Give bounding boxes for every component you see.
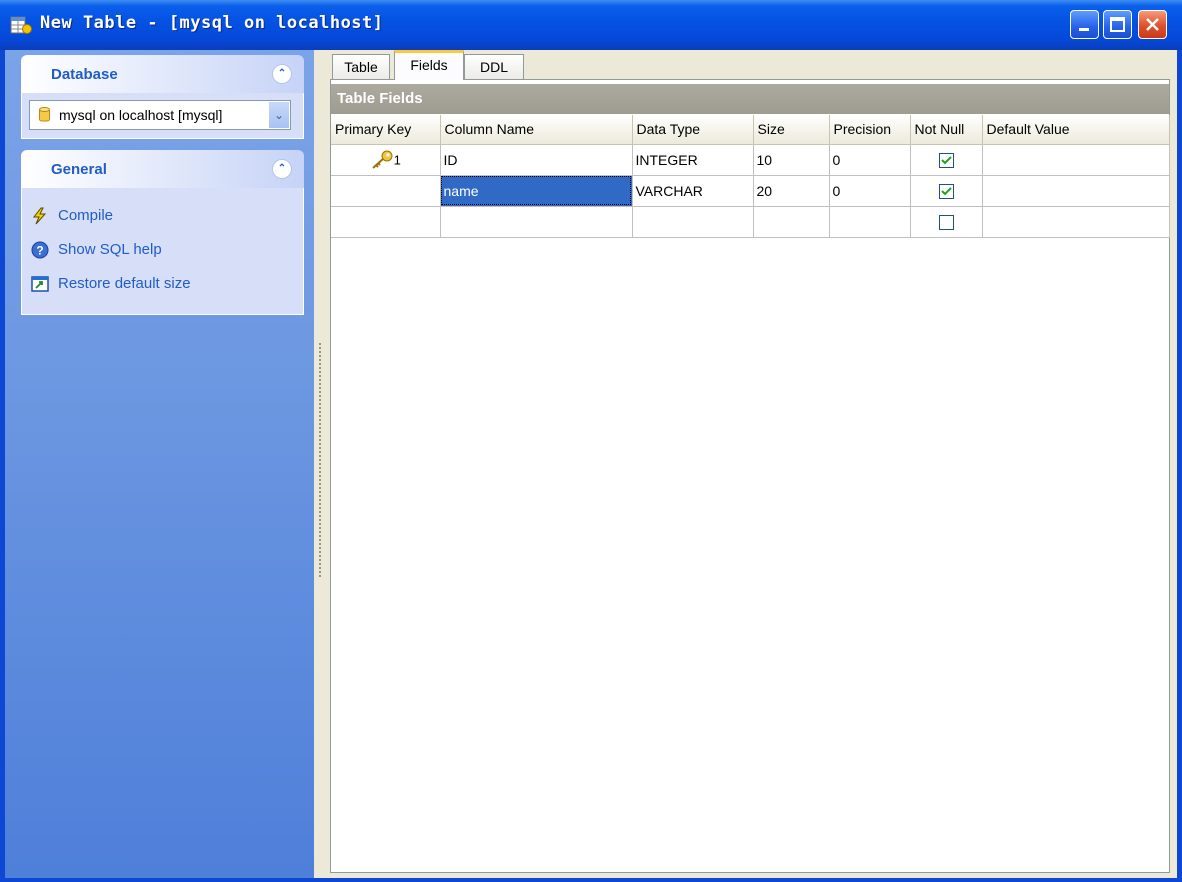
tab-ddl[interactable]: DDL <box>464 54 524 79</box>
close-button[interactable] <box>1138 10 1167 39</box>
table-row: name VARCHAR 20 0 <box>331 175 1170 207</box>
show-sql-help-task[interactable]: ? Show SQL help <box>31 239 201 261</box>
window-border-bottom <box>0 878 1182 882</box>
compile-label: Compile <box>58 207 114 224</box>
help-icon: ? <box>31 241 49 259</box>
fields-tab-content: Table Fields Primary Key Column Name Dat… <box>330 79 1170 873</box>
table-row <box>331 206 1170 238</box>
precision-cell[interactable] <box>829 206 911 238</box>
default-value-cell[interactable] <box>982 144 1170 176</box>
window-title: New Table - [mysql on localhost] <box>40 13 384 33</box>
app-window: New Table - [mysql on localhost] Databas… <box>0 0 1182 882</box>
compile-task[interactable]: Compile <box>31 205 151 227</box>
collapse-chevron-icon[interactable]: ⌃ <box>272 64 292 84</box>
table-row: 1 ID INTEGER 10 0 <box>331 144 1170 176</box>
general-panel: Compile ? Show SQL help Restore default … <box>21 188 304 315</box>
general-panel-title: General <box>51 161 107 178</box>
database-select-value: mysql on localhost [mysql] <box>59 107 223 123</box>
table-icon <box>10 16 32 34</box>
lightning-icon <box>32 207 47 225</box>
table-fields-header: Table Fields <box>331 84 1169 114</box>
grid-header-row: Primary Key Column Name Data Type Size P… <box>331 115 1170 145</box>
not-null-checkbox[interactable] <box>938 214 954 230</box>
default-value-cell[interactable] <box>982 206 1170 238</box>
restore-default-size-label: Restore default size <box>58 275 191 292</box>
checkmark-icon <box>940 156 952 165</box>
column-header-primary-key[interactable]: Primary Key <box>331 115 441 145</box>
database-select[interactable]: mysql on localhost [mysql] ⌄ <box>29 100 291 130</box>
minimize-button[interactable] <box>1070 10 1099 39</box>
show-sql-help-label: Show SQL help <box>58 241 162 258</box>
panel-splitter[interactable] <box>314 50 328 878</box>
size-cell[interactable] <box>753 206 830 238</box>
primary-key-order: 1 <box>393 152 401 167</box>
column-header-default-value[interactable]: Default Value <box>982 115 1170 145</box>
database-panel: mysql on localhost [mysql] ⌄ <box>21 93 304 139</box>
checkmark-icon <box>940 187 952 196</box>
table-fields-title: Table Fields <box>337 90 423 107</box>
restore-window-icon <box>31 276 49 292</box>
general-panel-header[interactable]: General ⌃ <box>21 150 304 188</box>
fields-grid: Primary Key Column Name Data Type Size P… <box>331 115 1170 238</box>
column-name-cell[interactable] <box>440 206 633 238</box>
close-icon <box>1146 18 1159 31</box>
not-null-cell[interactable] <box>910 144 983 176</box>
main-area: Table Fields DDL Table Fields Primary Ke… <box>328 50 1177 878</box>
key-icon <box>371 150 393 169</box>
precision-cell[interactable]: 0 <box>829 175 911 207</box>
maximize-icon <box>1110 17 1125 32</box>
not-null-cell[interactable] <box>910 206 983 238</box>
column-header-column-name[interactable]: Column Name <box>440 115 633 145</box>
restore-default-size-task[interactable]: Restore default size <box>31 273 241 295</box>
title-bar[interactable]: New Table - [mysql on localhost] <box>0 0 1182 50</box>
column-name-cell-selected[interactable]: name <box>440 175 633 207</box>
tab-strip: Table Fields DDL <box>330 50 1175 80</box>
data-type-cell[interactable]: VARCHAR <box>632 175 754 207</box>
minimize-icon <box>1079 28 1089 31</box>
database-icon <box>39 107 50 122</box>
column-header-precision[interactable]: Precision <box>829 115 911 145</box>
tab-fields[interactable]: Fields <box>394 50 464 80</box>
tab-table[interactable]: Table <box>332 54 390 79</box>
not-null-cell[interactable] <box>910 175 983 207</box>
column-header-size[interactable]: Size <box>753 115 830 145</box>
database-panel-title: Database <box>51 66 118 83</box>
column-name-cell[interactable]: ID <box>440 144 633 176</box>
chevron-down-icon[interactable]: ⌄ <box>268 102 289 128</box>
default-value-cell[interactable] <box>982 175 1170 207</box>
splitter-grip-icon[interactable] <box>318 342 322 578</box>
column-header-data-type[interactable]: Data Type <box>632 115 754 145</box>
precision-cell[interactable]: 0 <box>829 144 911 176</box>
not-null-checkbox[interactable] <box>938 152 954 168</box>
window-border-right <box>1177 50 1182 882</box>
column-header-not-null[interactable]: Not Null <box>910 115 983 145</box>
data-type-cell[interactable]: INTEGER <box>632 144 754 176</box>
task-sidebar: Database ⌃ mysql on localhost [mysql] ⌄ … <box>5 50 314 878</box>
primary-key-cell[interactable]: 1 <box>331 144 441 176</box>
database-panel-header[interactable]: Database ⌃ <box>21 55 304 93</box>
not-null-checkbox[interactable] <box>938 183 954 199</box>
maximize-button[interactable] <box>1103 10 1132 39</box>
collapse-chevron-icon[interactable]: ⌃ <box>272 159 292 179</box>
size-cell[interactable]: 10 <box>753 144 830 176</box>
primary-key-cell[interactable] <box>331 206 441 238</box>
primary-key-cell[interactable] <box>331 175 441 207</box>
data-type-cell[interactable] <box>632 206 754 238</box>
size-cell[interactable]: 20 <box>753 175 830 207</box>
svg-text:?: ? <box>36 244 43 258</box>
